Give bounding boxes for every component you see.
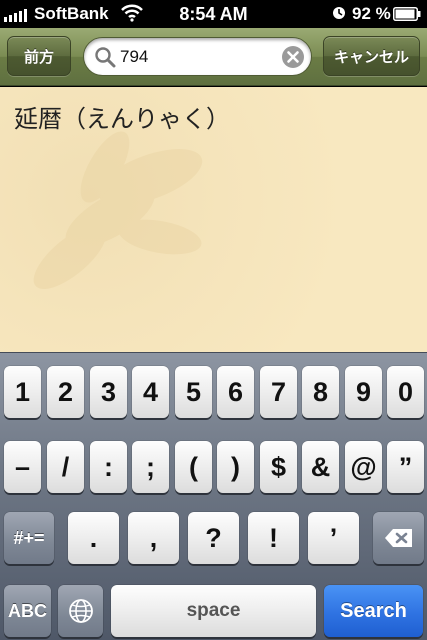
key-0[interactable]: 0 — [387, 366, 424, 418]
key-open-paren[interactable]: ( — [175, 441, 212, 493]
key-9[interactable]: 9 — [345, 366, 382, 418]
search-toolbar: 前方 キャンセル — [0, 28, 427, 86]
key-8[interactable]: 8 — [302, 366, 339, 418]
leaf-watermark — [33, 131, 203, 290]
key-slash[interactable]: / — [47, 441, 84, 493]
key-6[interactable]: 6 — [217, 366, 254, 418]
key-2[interactable]: 2 — [47, 366, 84, 418]
key-7[interactable]: 7 — [260, 366, 297, 418]
cancel-button[interactable]: キャンセル — [323, 36, 420, 76]
key-quote[interactable]: ” — [387, 441, 424, 493]
globe-icon — [68, 599, 93, 623]
key-3[interactable]: 3 — [90, 366, 127, 418]
battery-icon — [393, 7, 421, 21]
result-area: 延暦（えんりゃく） — [0, 87, 427, 352]
abc-key[interactable]: ABC — [4, 585, 51, 637]
search-input[interactable] — [120, 38, 270, 75]
key-dash[interactable]: – — [4, 441, 41, 493]
globe-key[interactable] — [58, 585, 103, 637]
key-at[interactable]: @ — [345, 441, 382, 493]
key-comma[interactable]: , — [128, 512, 179, 564]
keyboard: 1 2 3 4 5 6 7 8 9 0 – / : ; ( ) $ & @ ” … — [0, 352, 427, 640]
key-dollar[interactable]: $ — [260, 441, 297, 493]
delete-key[interactable] — [373, 512, 424, 564]
backspace-icon — [384, 529, 412, 547]
key-4[interactable]: 4 — [132, 366, 169, 418]
key-exclamation[interactable]: ! — [248, 512, 299, 564]
forward-button[interactable]: 前方 — [7, 36, 71, 76]
key-question[interactable]: ? — [188, 512, 239, 564]
clear-search-icon[interactable] — [281, 45, 305, 69]
key-period[interactable]: . — [68, 512, 119, 564]
search-key[interactable]: Search — [324, 585, 423, 637]
battery-percent: 92 % — [352, 4, 391, 23]
key-colon[interactable]: : — [90, 441, 127, 493]
key-apostrophe[interactable]: ’ — [308, 512, 359, 564]
search-icon — [95, 47, 116, 68]
space-key[interactable]: space — [111, 585, 316, 637]
status-bar: SoftBank 8:54 AM 92 % — [0, 0, 427, 28]
key-1[interactable]: 1 — [4, 366, 41, 418]
key-close-paren[interactable]: ) — [217, 441, 254, 493]
search-field[interactable] — [83, 37, 312, 76]
era-name-entry[interactable]: 延暦（えんりゃく） — [14, 99, 230, 134]
key-semicolon[interactable]: ; — [132, 441, 169, 493]
key-ampersand[interactable]: & — [302, 441, 339, 493]
symbols-shift-key[interactable]: #+= — [4, 512, 54, 564]
rotation-lock-icon — [333, 7, 345, 19]
key-5[interactable]: 5 — [175, 366, 212, 418]
